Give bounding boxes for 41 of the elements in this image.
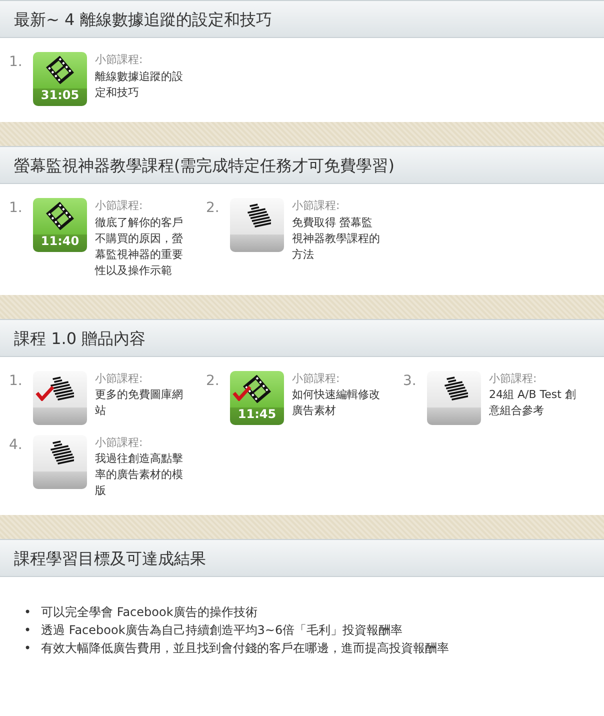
lesson-thumbnail[interactable]: 11:45 bbox=[230, 370, 284, 424]
lesson-title[interactable]: 24組 A/B Test 創意組合參考 bbox=[489, 387, 577, 419]
bullet-text: 有效大幅降低廣告費用，並且找到會付錢的客戶在哪邊，進而提高投資報酬率 bbox=[41, 640, 450, 657]
section-heading: 課程 1.0 贈品內容 bbox=[0, 318, 604, 356]
lesson-title[interactable]: 更多的免費圖庫網站 bbox=[95, 387, 183, 419]
lesson-label: 小節課程: bbox=[95, 198, 144, 214]
lesson-thumbnail[interactable]: 31:05 bbox=[33, 52, 87, 106]
lesson-number: 3. bbox=[402, 372, 418, 390]
lesson-number: 4. bbox=[8, 436, 24, 454]
lesson-title[interactable]: 免費取得 螢幕監視神器教學課程的方法 bbox=[292, 214, 380, 262]
duration-label: 11:40 bbox=[40, 233, 80, 250]
bullet-marker: • bbox=[24, 604, 32, 621]
lesson-thumbnail[interactable] bbox=[33, 434, 87, 488]
lesson-title[interactable]: 我過往創造高點擊率的廣告素材的模版 bbox=[95, 451, 183, 499]
section-heading: 課程學習目標及可達成結果 bbox=[0, 539, 604, 577]
lesson-label: 小節課程: bbox=[292, 198, 341, 214]
bullet-text: 透過 Facebook廣告為自己持續創造平均3~6倍「毛利」投資報酬率 bbox=[41, 622, 403, 639]
lesson-label: 小節課程: bbox=[95, 52, 144, 68]
lesson-thumbnail[interactable] bbox=[33, 370, 87, 424]
lesson-number: 2. bbox=[205, 199, 220, 218]
lesson-thumbnail[interactable] bbox=[230, 198, 284, 252]
lesson-thumbnail[interactable]: 11:40 bbox=[33, 198, 87, 252]
lesson-title[interactable]: 如何快速編輯修改廣告素材 bbox=[292, 387, 380, 419]
lesson-title[interactable]: 離線數據追蹤的設定和技巧 bbox=[95, 68, 183, 100]
duration-label: 11:45 bbox=[236, 406, 278, 422]
bullet-marker: • bbox=[24, 622, 32, 639]
duration-label: 31:05 bbox=[40, 87, 80, 104]
lesson-thumbnail[interactable] bbox=[427, 370, 481, 424]
lesson-label: 小節課程: bbox=[95, 434, 144, 450]
bullet-text: 可以完全學會 Facebook廣告的操作技術 bbox=[41, 604, 258, 621]
lesson-number: 1. bbox=[8, 199, 24, 218]
lesson-label: 小節課程: bbox=[489, 370, 538, 386]
lesson-title[interactable]: 徹底了解你的客戶不購買的原因，螢幕監視神器的重要性以及操作示範 bbox=[95, 214, 183, 278]
lesson-label: 小節課程: bbox=[95, 370, 144, 386]
section-heading: 螢幕監視神器教學課程(需完成特定任務才可免費學習) bbox=[0, 146, 604, 184]
section-heading: 最新~ 4 離線數據追蹤的設定和技巧 bbox=[0, 0, 604, 38]
lesson-number: 1. bbox=[8, 53, 24, 72]
lesson-number: 1. bbox=[8, 372, 24, 390]
lesson-label: 小節課程: bbox=[292, 370, 341, 386]
lesson-number: 2. bbox=[205, 372, 220, 390]
bullet-marker: • bbox=[24, 640, 32, 657]
